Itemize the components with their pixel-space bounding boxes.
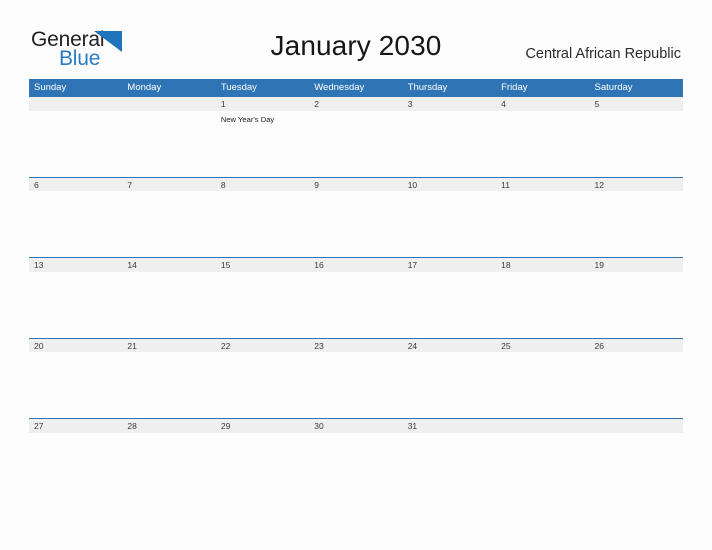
day-number[interactable]: 10 (403, 178, 496, 192)
weekday-thursday: Thursday (407, 82, 448, 93)
week-row: 1 2 3 4 5 New Year's Day (29, 96, 683, 177)
day-event (29, 114, 122, 125)
weekday-tuesday: Tuesday (220, 82, 257, 93)
day-number[interactable]: 8 (216, 178, 309, 192)
day-event (122, 114, 215, 125)
calendar-grid: Sunday Monday Tuesday Wednesday Thursday… (29, 79, 683, 499)
day-event: New Year's Day (220, 114, 275, 124)
day-event (496, 114, 589, 125)
week-date-strip: 20 21 22 23 24 25 26 (29, 337, 683, 353)
day-number[interactable]: 4 (496, 97, 589, 111)
day-number[interactable]: 20 (29, 339, 122, 353)
day-number[interactable]: 3 (403, 97, 496, 111)
day-number[interactable]: 22 (216, 339, 309, 353)
day-number[interactable]: 16 (309, 258, 402, 272)
day-number[interactable] (29, 97, 122, 111)
week-row: 27 28 29 30 31 (29, 418, 683, 499)
day-event (309, 114, 402, 125)
week-row: 20 21 22 23 24 25 26 (29, 337, 683, 419)
week-row: 13 14 15 16 17 18 19 (29, 257, 683, 338)
week-date-strip: 27 28 29 30 31 (29, 418, 683, 433)
week-row: 6 7 8 9 10 11 12 (29, 176, 683, 258)
day-number[interactable]: 15 (216, 258, 309, 272)
country-label: Central African Republic (525, 46, 681, 62)
day-number[interactable]: 28 (122, 419, 216, 433)
weekday-monday: Monday (127, 82, 162, 93)
day-number[interactable]: 1 (216, 97, 309, 111)
day-number[interactable]: 12 (590, 178, 683, 192)
week-date-strip: 1 2 3 4 5 (29, 96, 683, 111)
day-number[interactable]: 2 (309, 97, 402, 111)
week-event-strip (29, 191, 683, 194)
day-number[interactable]: 23 (309, 339, 402, 353)
day-number[interactable]: 30 (309, 419, 403, 433)
day-number[interactable]: 27 (29, 419, 123, 433)
week-event-strip (29, 352, 683, 355)
week-date-strip: 6 7 8 9 10 11 12 (29, 176, 683, 192)
day-number[interactable]: 25 (496, 339, 589, 353)
day-number[interactable]: 9 (309, 178, 402, 192)
day-event (403, 114, 496, 125)
day-number[interactable]: 11 (496, 178, 589, 192)
weekday-sunday: Sunday (34, 82, 67, 93)
day-number[interactable]: 24 (403, 339, 496, 353)
day-number[interactable]: 29 (215, 419, 310, 433)
day-number[interactable] (122, 97, 215, 111)
day-number[interactable]: 5 (590, 97, 683, 111)
week-event-strip: New Year's Day (29, 111, 683, 125)
day-number[interactable]: 13 (29, 258, 122, 272)
day-number[interactable] (589, 419, 683, 433)
day-number[interactable]: 18 (496, 258, 589, 272)
day-number[interactable]: 19 (590, 258, 683, 272)
day-number[interactable]: 21 (122, 339, 215, 353)
day-number[interactable]: 6 (29, 178, 122, 192)
day-number[interactable]: 7 (122, 178, 215, 192)
weekday-header-row: Sunday Monday Tuesday Wednesday Thursday… (29, 79, 683, 96)
week-date-strip: 13 14 15 16 17 18 19 (29, 257, 683, 272)
day-number[interactable] (496, 419, 590, 433)
weekday-friday: Friday (501, 82, 528, 93)
day-number[interactable]: 17 (403, 258, 496, 272)
day-number[interactable]: 14 (122, 258, 215, 272)
page-header: General Blue January 2030 Central Africa… (0, 0, 712, 78)
weekday-saturday: Saturday (594, 82, 633, 93)
calendar-page: General Blue January 2030 Central Africa… (0, 0, 712, 550)
day-event (590, 114, 683, 125)
weekday-wednesday: Wednesday (314, 82, 365, 93)
day-number[interactable]: 31 (402, 419, 497, 433)
day-number[interactable]: 26 (590, 339, 683, 353)
